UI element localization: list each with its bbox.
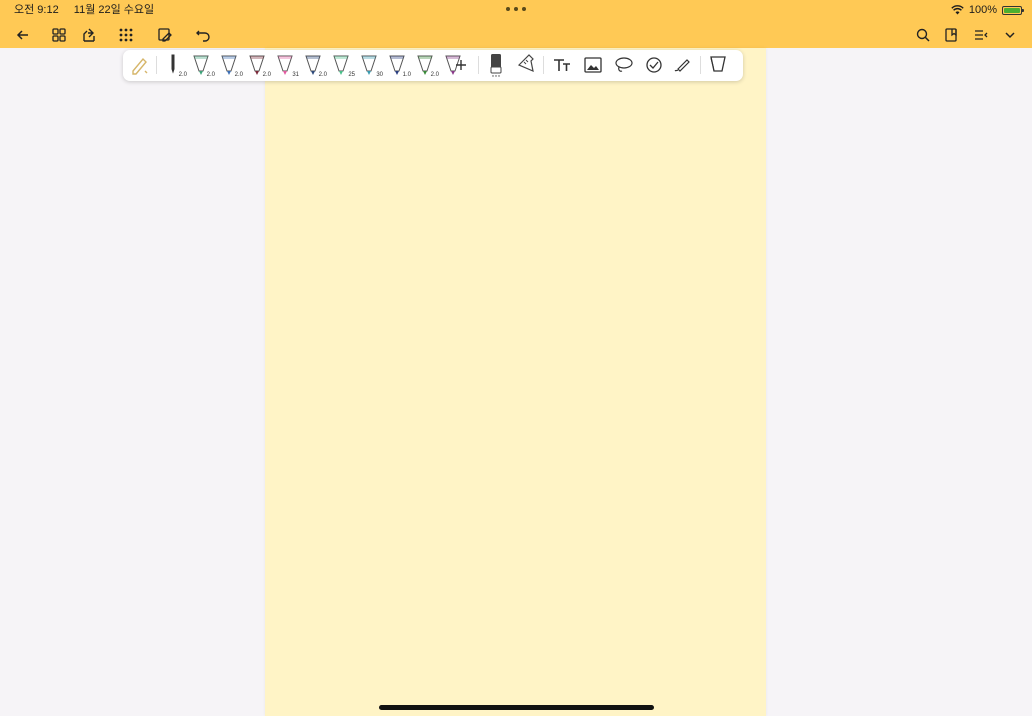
pen-tool-marker-mint[interactable]: 25 — [331, 52, 355, 78]
pen-size-label: 2.0 — [178, 72, 187, 78]
home-indicator[interactable] — [379, 705, 654, 710]
pen-size-label: 2.0 — [430, 72, 439, 78]
pen-tool-pen-navy[interactable]: 2.0 — [303, 52, 327, 78]
pen-tool-pen-green[interactable]: 2.0 — [415, 52, 439, 78]
top-toolbar: 오전 9:12 11월 22일 수요일 100% — [0, 0, 1032, 48]
pen-size-label: 30 — [376, 72, 383, 78]
pen-size-label: 25 — [348, 72, 355, 78]
search-icon[interactable] — [912, 24, 934, 46]
pen-size-label: 2.0 — [234, 72, 243, 78]
pen-tool-marker-pink[interactable]: 31 — [275, 52, 299, 78]
ruler-icon[interactable] — [515, 52, 537, 78]
note-page[interactable] — [265, 48, 766, 716]
pen-tool-marker-teal[interactable]: 30 — [359, 52, 383, 78]
divider — [156, 56, 157, 74]
pen-size-label: 2.0 — [262, 72, 271, 78]
undo-icon[interactable] — [192, 24, 214, 46]
pen-tool-pencil[interactable]: 2.0 — [163, 52, 187, 78]
pen-settings-icon[interactable] — [129, 52, 151, 78]
wifi-icon — [951, 5, 964, 15]
eraser-icon[interactable] — [485, 52, 507, 78]
divider — [543, 56, 544, 74]
share-icon[interactable] — [78, 24, 100, 46]
pen-size-label: 2.0 — [318, 72, 327, 78]
pen-tool-pen-blue[interactable]: 2.0 — [219, 52, 243, 78]
status-time: 오전 9:12 — [14, 4, 59, 16]
pen-size-label: 31 — [292, 72, 299, 78]
battery-icon — [1002, 5, 1024, 15]
status-bar-left: 오전 9:12 11월 22일 수요일 — [14, 2, 166, 18]
pen-size-label: 2.0 — [206, 72, 215, 78]
lasso-icon[interactable] — [613, 52, 635, 78]
pen-tool-pen-darkblue[interactable]: 1.0 — [387, 52, 411, 78]
status-bar-right: 100% — [951, 2, 1024, 18]
pen-toolbar: 2.0 2.0 2.0 2.0 31 2.0 25 30 1.0 2.0 — [123, 50, 743, 81]
image-icon[interactable] — [582, 52, 604, 78]
grid-view-icon[interactable] — [48, 24, 70, 46]
pen-tool-pen-brown[interactable]: 2.0 — [247, 52, 271, 78]
multitasking-dots[interactable] — [506, 7, 526, 11]
status-date: 11월 22일 수요일 — [73, 4, 155, 16]
chevron-down-icon[interactable] — [999, 24, 1021, 46]
apps-icon[interactable] — [115, 24, 137, 46]
outline-icon[interactable] — [970, 24, 992, 46]
add-pen-button[interactable] — [451, 52, 471, 78]
back-arrow-icon[interactable] — [12, 24, 34, 46]
battery-percent: 100% — [968, 4, 997, 16]
pen-size-label: 1.0 — [402, 72, 411, 78]
page-fold-icon[interactable] — [707, 52, 729, 78]
pen-tool-highlighter-green[interactable]: 2.0 — [191, 52, 215, 78]
laser-pointer-icon[interactable] — [672, 52, 694, 78]
shapes-icon[interactable] — [643, 52, 665, 78]
pen-mode-icon[interactable] — [154, 24, 176, 46]
text-tool-icon[interactable] — [551, 52, 573, 78]
bookmark-icon[interactable] — [941, 24, 963, 46]
divider — [478, 56, 479, 74]
divider — [700, 56, 701, 74]
